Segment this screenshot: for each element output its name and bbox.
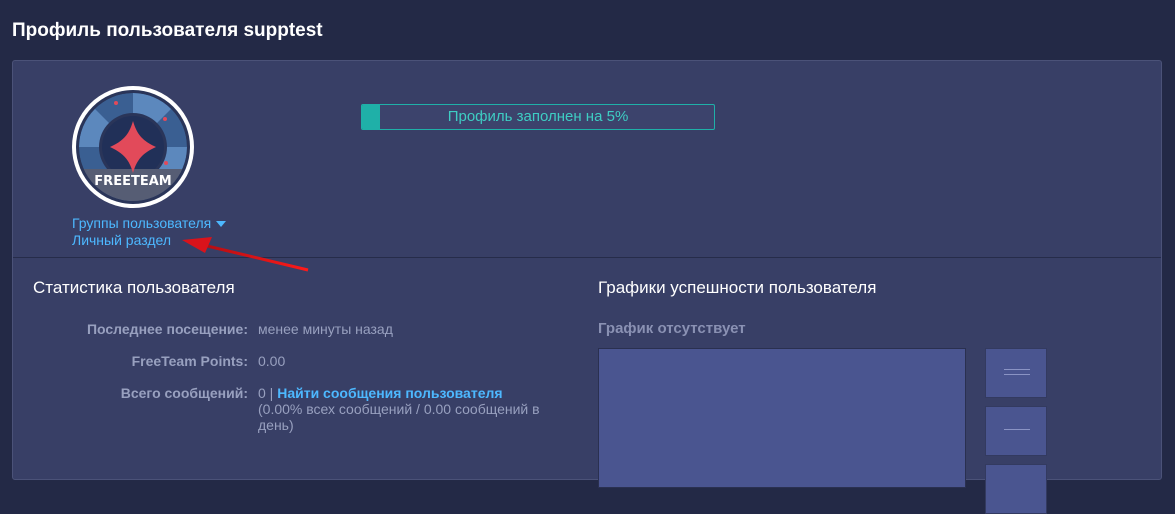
messages-ratio-note: (0.00% всех сообщений / 0.00 сообщений в… xyxy=(258,401,540,433)
red-arrow-icon xyxy=(182,237,309,272)
profile-top-section: FREETEAM Группы пользователя Личный разд… xyxy=(13,61,1161,272)
profile-completion-label: Профиль заполнен на 5% xyxy=(447,108,629,125)
total-messages-label: Всего сообщений: xyxy=(120,385,248,401)
graph-area xyxy=(598,348,966,488)
caret-down-icon xyxy=(216,221,227,228)
avatar-logo-text: FREETEAM xyxy=(94,174,171,189)
total-messages-value: 0 | Найти сообщения пользователя (0.00% … xyxy=(258,385,563,433)
graph-thumbnail[interactable] xyxy=(985,406,1047,456)
points-value: 0.00 xyxy=(258,353,286,369)
profile-panel: FREETEAM Группы пользователя Личный разд… xyxy=(12,60,1162,514)
last-visit-value: менее минуты назад xyxy=(258,321,393,337)
user-stats-title: Статистика пользователя xyxy=(33,278,235,297)
thumbnail-line xyxy=(1004,374,1030,375)
user-groups-link[interactable]: Группы пользователя xyxy=(72,215,227,231)
page-title: Профиль пользователя supptest xyxy=(12,20,323,41)
thumbnail-line xyxy=(1004,369,1030,370)
points-label: FreeTeam Points: xyxy=(131,353,248,369)
find-user-messages-link[interactable]: Найти сообщения пользователя xyxy=(277,385,502,401)
profile-completion-bar: Профиль заполнен на 5% xyxy=(361,104,715,130)
user-graphs-title: Графики успешности пользователя xyxy=(598,278,877,297)
user-groups-label: Группы пользователя xyxy=(72,215,212,231)
no-graph-label: График отсутствует xyxy=(598,320,746,337)
freeteam-logo-icon[interactable]: FREETEAM xyxy=(71,85,195,209)
last-visit-label: Последнее посещение: xyxy=(86,321,248,337)
graph-thumbnail[interactable] xyxy=(985,348,1047,398)
total-messages-count: 0 | xyxy=(258,385,278,401)
personal-section-link[interactable]: Личный раздел xyxy=(72,232,171,248)
graph-thumbnail[interactable] xyxy=(985,464,1047,514)
thumbnail-line xyxy=(1004,429,1030,430)
